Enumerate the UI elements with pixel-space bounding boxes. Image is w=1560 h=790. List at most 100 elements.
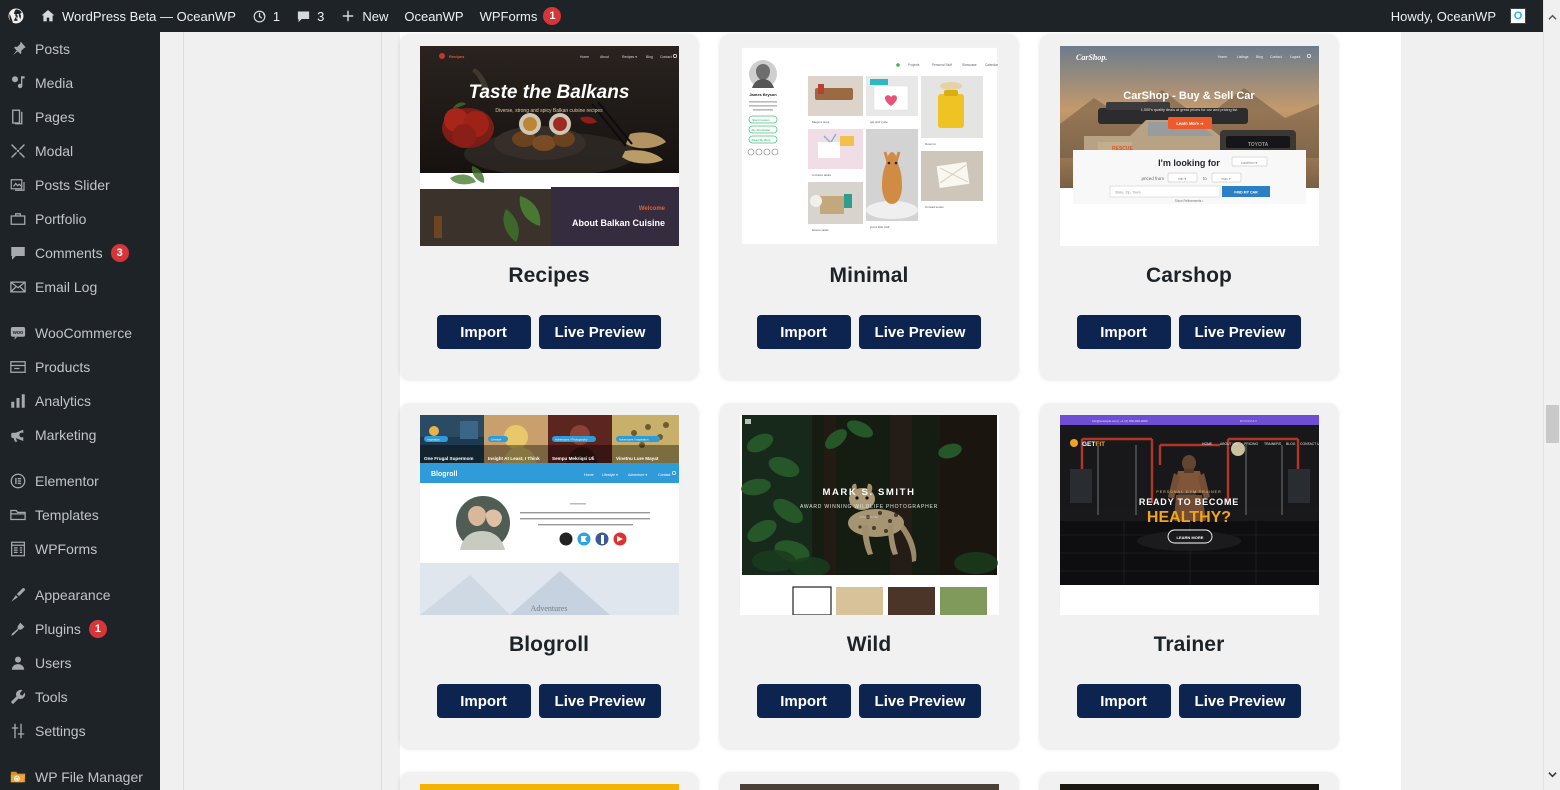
bar-chart-icon — [9, 391, 35, 411]
sidebar-item-woocommerce[interactable]: woo WooCommerce — [0, 316, 160, 350]
demo-card-carshop: TOYOTA RESCUE Home Listings Blog Contact Log… — [1040, 34, 1338, 379]
sidebar-item-posts-slider[interactable]: Posts Slider — [0, 168, 160, 202]
updates-button[interactable]: 1 — [244, 0, 288, 32]
svg-text:MARK S. SMITH: MARK S. SMITH — [822, 487, 915, 498]
sidebar-item-posts[interactable]: Posts — [0, 32, 160, 66]
sidebar-item-elementor[interactable]: Elementor — [0, 464, 160, 498]
sidebar-item-users[interactable]: Users — [0, 646, 160, 680]
updates-count: 1 — [272, 8, 281, 24]
demo-title: Wild — [846, 633, 892, 656]
svg-text:condition ▾: condition ▾ — [1240, 161, 1257, 165]
svg-text:My Showcase: My Showcase — [751, 128, 770, 132]
live-preview-button[interactable]: Live Preview — [1178, 315, 1302, 349]
demo-card-trainer: info@example.com | +1 (0) 000-000-0000 M… — [1040, 403, 1338, 748]
file-manager-icon — [9, 767, 35, 787]
sidebar-item-templates[interactable]: Templates — [0, 498, 160, 532]
minimal-thumbnail[interactable]: James Bryson Start Custom My Showcase Re… — [739, 46, 999, 246]
sidebar-item-media[interactable]: Media — [0, 66, 160, 100]
demo-card-blogroll: One Frugal Supermom Insight At Least, I T… — [400, 403, 698, 748]
svg-text:CarShop - Buy & Sell Car: CarShop - Buy & Sell Car — [1123, 90, 1255, 102]
sidebar-item-label: Marketing — [35, 427, 97, 443]
sidebar-item-appearance[interactable]: Appearance — [0, 578, 160, 612]
site-name-menu[interactable]: WordPress Beta — OceanWP — [32, 0, 244, 32]
wpforms-badge: 1 — [543, 7, 562, 25]
svg-text:Showcase: Showcase — [962, 63, 977, 67]
sidebar-item-analytics[interactable]: Analytics — [0, 384, 160, 418]
photography-thumbnail-partial[interactable]: Max Studio HOMEABOUTPRICINGCONTACT — [739, 784, 999, 790]
demo-title: Trainer — [1153, 633, 1225, 656]
svg-text:1,000's quality deals at great: 1,000's quality deals at great prices fo… — [1140, 108, 1237, 112]
sidebar-item-label: WPForms — [35, 541, 98, 557]
wordpress-logo-button[interactable] — [0, 0, 32, 32]
svg-text:Diverse, strong and spicy Balk: Diverse, strong and spicy Balkan cuisine… — [495, 108, 603, 114]
svg-text:min ▾: min ▾ — [1177, 177, 1185, 181]
sidebar-item-comments[interactable]: Comments 3 — [0, 236, 160, 270]
sidebar-item-tools[interactable]: Tools — [0, 680, 160, 714]
blogroll-thumbnail[interactable]: One Frugal Supermom Insight At Least, I T… — [419, 415, 679, 615]
sidebar-item-portfolio[interactable]: Portfolio — [0, 202, 160, 236]
import-button[interactable]: Import — [436, 684, 531, 718]
sidebar-item-settings[interactable]: Settings — [0, 714, 160, 748]
shop-thumbnail-partial[interactable]: Free shipping on all orders over $49 My … — [419, 784, 679, 790]
sidebar-item-wp-file-manager[interactable]: WP File Manager — [0, 760, 160, 790]
svg-text:Inspiration: Inspiration — [427, 438, 440, 442]
import-button[interactable]: Import — [1076, 684, 1171, 718]
megaphone-icon — [9, 425, 35, 445]
scrollbar-thumb[interactable] — [1546, 405, 1559, 443]
sidebar-item-label: Modal — [35, 143, 74, 159]
scroll-down-button[interactable] — [1544, 765, 1560, 782]
svg-text:Calendar: Calendar — [985, 63, 999, 67]
sidebar-item-label: Pages — [35, 109, 75, 125]
wpforms-label: WPForms — [479, 8, 538, 24]
paris-thumbnail-partial[interactable]: PARIS SHOPLOOKBOOKFEATURESACCESSORIES — [1059, 784, 1319, 790]
import-button[interactable]: Import — [756, 684, 851, 718]
live-preview-button[interactable]: Live Preview — [538, 684, 662, 718]
sidebar-item-label: Portfolio — [35, 211, 87, 227]
page-scrollbar[interactable] — [1543, 0, 1560, 790]
sidebar-item-email-log[interactable]: Email Log — [0, 270, 160, 304]
svg-text:Adventures / Inspiration: Adventures / Inspiration — [619, 438, 649, 442]
sidebar-item-label: Plugins — [35, 621, 81, 637]
sidebar-item-products[interactable]: Products — [0, 350, 160, 384]
wild-thumbnail[interactable]: MARK S. SMITH AWARD WINNING WILDLIFE PHO… — [739, 415, 999, 615]
scroll-up-button[interactable] — [1544, 8, 1560, 25]
sidebar-item-plugins[interactable]: Plugins 1 — [0, 612, 160, 646]
wordpress-logo-icon — [7, 7, 25, 25]
svg-text:Adventures: Adventures — [530, 604, 567, 613]
svg-text:PRICING: PRICING — [1244, 442, 1258, 446]
sidebar-item-modal[interactable]: Modal — [0, 134, 160, 168]
live-preview-button[interactable]: Live Preview — [858, 684, 982, 718]
svg-text:pet and cycle: pet and cycle — [870, 120, 888, 124]
live-preview-button[interactable]: Live Preview — [858, 315, 982, 349]
sidebar-item-label: Media — [35, 75, 74, 91]
sidebar-item-marketing[interactable]: Marketing — [0, 418, 160, 452]
sidebar-item-pages[interactable]: Pages — [0, 100, 160, 134]
comments-button[interactable]: 3 — [288, 0, 332, 32]
live-preview-button[interactable]: Live Preview — [1178, 684, 1302, 718]
carshop-thumbnail[interactable]: TOYOTA RESCUE Home Listings Blog Contact Log… — [1059, 46, 1319, 246]
import-button[interactable]: Import — [756, 315, 851, 349]
comment-bubble-icon — [296, 9, 311, 24]
live-preview-button[interactable]: Live Preview — [538, 315, 662, 349]
sidebar-item-label: WP File Manager — [35, 769, 143, 785]
sidebar-item-label: Elementor — [35, 473, 99, 489]
wpforms-menu[interactable]: WPForms 1 — [472, 0, 570, 32]
modal-icon — [9, 141, 35, 161]
new-content-button[interactable]: New — [332, 0, 396, 32]
trainer-thumbnail[interactable]: info@example.com | +1 (0) 000-000-0000 M… — [1059, 415, 1319, 615]
oceanwp-menu[interactable]: OceanWP — [396, 0, 471, 32]
import-button[interactable]: Import — [436, 315, 531, 349]
demo-actions: Import Live Preview — [1076, 684, 1302, 718]
my-account-menu[interactable]: Howdy, OceanWP O — [1384, 0, 1526, 32]
recipes-thumbnail[interactable]: Taste the Balkans Diverse, strong and sp… — [419, 46, 679, 246]
svg-text:Down to: Down to — [925, 142, 936, 146]
svg-text:GETFIT: GETFIT — [1082, 441, 1105, 448]
svg-text:Blog: Blog — [646, 55, 653, 59]
wpforms-icon — [9, 539, 35, 559]
svg-text:AWARD WINNING WILDLIFE PHOTOGR: AWARD WINNING WILDLIFE PHOTOGRAPHER — [799, 504, 937, 510]
sliders-icon — [9, 721, 35, 741]
svg-text:Lifestyle ▾: Lifestyle ▾ — [602, 473, 618, 477]
sidebar-item-label: Users — [35, 655, 72, 671]
sidebar-item-wpforms[interactable]: WPForms — [0, 532, 160, 566]
import-button[interactable]: Import — [1076, 315, 1171, 349]
